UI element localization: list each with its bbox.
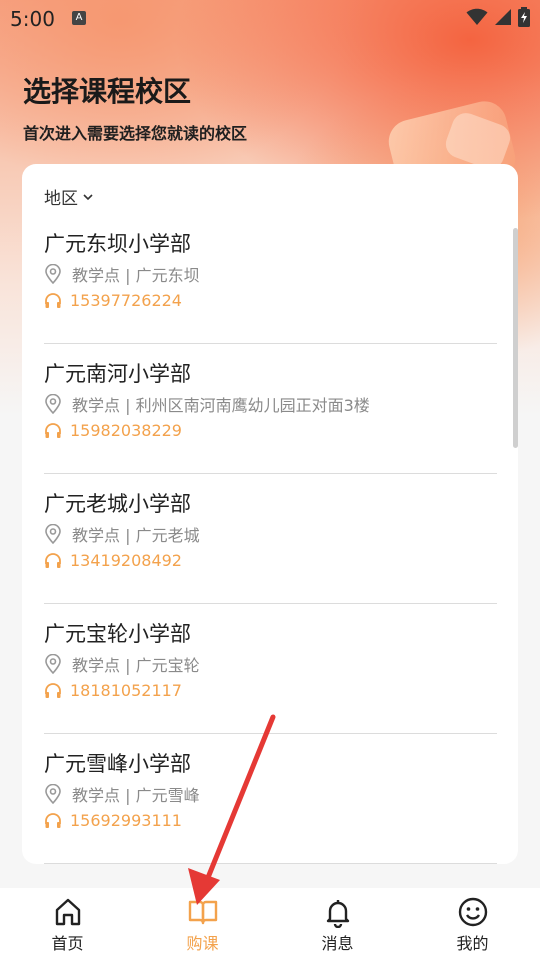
campus-item[interactable]: 广元南河小学部 教学点 | 利州区南河南鹰幼儿园正对面3楼 1598203822… (44, 344, 497, 474)
campus-phone-text: 15397726224 (70, 291, 182, 310)
campus-name: 广元雪峰小学部 (44, 752, 191, 776)
campus-address-text: 教学点 | 广元老城 (72, 526, 200, 545)
campus-address-text: 教学点 | 广元宝轮 (72, 656, 200, 675)
campus-phone-text: 15692993111 (70, 811, 182, 830)
campus-list-card: 地区 广元东坝小学部 教学点 | 广元东坝 15397726224 广元南河小学… (22, 164, 518, 864)
campus-item[interactable]: 广元老城小学部 教学点 | 广元老城 13419208492 (44, 474, 497, 604)
campus-name: 广元南河小学部 (44, 362, 191, 386)
chevron-down-icon (83, 193, 93, 200)
tab-profile-label: 我的 (456, 934, 489, 953)
tab-home-label: 首页 (51, 934, 84, 953)
campus-list: 广元东坝小学部 教学点 | 广元东坝 15397726224 广元南河小学部 教… (44, 214, 497, 864)
notification-a-icon: A (72, 11, 86, 25)
campus-item[interactable]: 广元东坝小学部 教学点 | 广元东坝 15397726224 (44, 214, 497, 344)
campus-address: 教学点 | 广元宝轮 (44, 652, 200, 676)
campus-phone[interactable]: 15692993111 (44, 811, 182, 830)
location-pin-icon (45, 654, 61, 674)
smiley-icon (458, 897, 487, 927)
headset-icon (45, 812, 61, 828)
headset-icon (45, 552, 61, 568)
campus-name: 广元老城小学部 (44, 492, 191, 516)
campus-address-text: 教学点 | 利州区南河南鹰幼儿园正对面3楼 (72, 396, 370, 415)
location-pin-icon (45, 784, 61, 804)
campus-item[interactable]: 广元宝轮小学部 教学点 | 广元宝轮 18181052117 (44, 604, 497, 734)
wifi-icon (466, 8, 488, 25)
campus-phone-text: 15982038229 (70, 421, 182, 440)
campus-phone[interactable]: 13419208492 (44, 551, 182, 570)
status-icons (466, 7, 530, 27)
location-pin-icon (45, 394, 61, 414)
bell-icon (326, 900, 349, 928)
tab-home[interactable]: 首页 (0, 888, 135, 960)
scrollbar[interactable] (513, 228, 518, 448)
region-filter-label: 地区 (44, 189, 78, 209)
region-filter[interactable]: 地区 (44, 184, 94, 209)
status-time: 5:00 (10, 7, 55, 31)
page-subtitle: 首次进入需要选择您就读的校区 (23, 124, 248, 143)
campus-name: 广元东坝小学部 (44, 232, 191, 256)
campus-address: 教学点 | 广元雪峰 (44, 782, 200, 806)
bottom-tab-bar: 首页 购课 消息 我的 (0, 888, 540, 960)
battery-charging-icon (518, 7, 530, 27)
campus-address: 教学点 | 利州区南河南鹰幼儿园正对面3楼 (44, 392, 370, 416)
tab-messages[interactable]: 消息 (270, 888, 405, 960)
campus-item[interactable]: 广元雪峰小学部 教学点 | 广元雪峰 15692993111 (44, 734, 497, 864)
campus-phone[interactable]: 15397726224 (44, 291, 182, 310)
campus-phone[interactable]: 18181052117 (44, 681, 182, 700)
book-icon (188, 900, 217, 925)
tab-messages-label: 消息 (321, 934, 354, 953)
signal-icon (495, 9, 511, 25)
campus-address: 教学点 | 广元东坝 (44, 262, 200, 286)
page-title: 选择课程校区 (23, 75, 192, 108)
campus-name: 广元宝轮小学部 (44, 622, 191, 646)
headset-icon (45, 422, 61, 438)
campus-address: 教学点 | 广元老城 (44, 522, 200, 546)
tab-profile[interactable]: 我的 (405, 888, 540, 960)
campus-phone[interactable]: 15982038229 (44, 421, 182, 440)
campus-address-text: 教学点 | 广元东坝 (72, 266, 200, 285)
tab-buy-course[interactable]: 购课 (135, 888, 270, 960)
headset-icon (45, 292, 61, 308)
status-bar: 5:00 A (0, 0, 540, 36)
campus-phone-text: 13419208492 (70, 551, 182, 570)
campus-address-text: 教学点 | 广元雪峰 (72, 786, 200, 805)
location-pin-icon (45, 264, 61, 284)
home-icon (55, 898, 80, 926)
location-pin-icon (45, 524, 61, 544)
headset-icon (45, 682, 61, 698)
campus-phone-text: 18181052117 (70, 681, 182, 700)
tab-buy-course-label: 购课 (186, 934, 219, 953)
